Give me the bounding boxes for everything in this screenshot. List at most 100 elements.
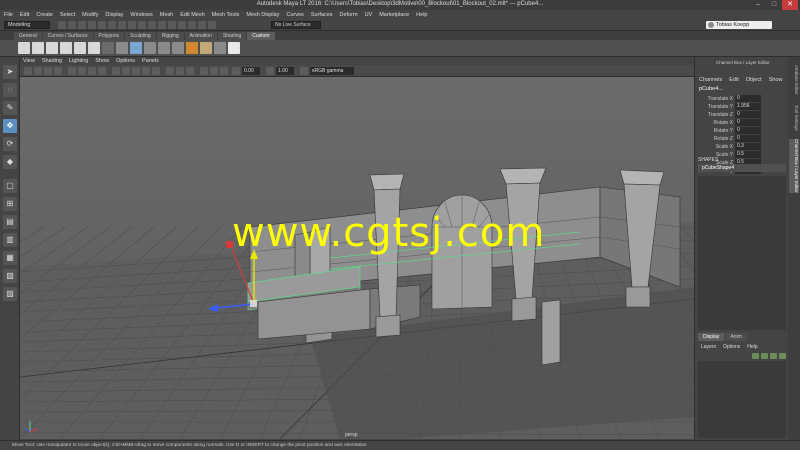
minimize-button[interactable]: – (750, 0, 766, 10)
cb-menu-edit[interactable]: Edit (729, 77, 738, 83)
image-plane-icon[interactable] (54, 67, 62, 75)
menu-create[interactable]: Create (36, 12, 53, 18)
uv-editor-icon[interactable] (186, 42, 198, 54)
shelf-tab-curves-surfaces[interactable]: Curves / Surfaces (42, 32, 93, 40)
smooth-shade-icon[interactable] (122, 67, 130, 75)
layout-c-icon[interactable]: ▦ (3, 251, 17, 265)
menu-display[interactable]: Display (105, 12, 123, 18)
menu-deform[interactable]: Deform (340, 12, 358, 18)
select-object-icon[interactable] (118, 21, 126, 29)
layer-menu-options[interactable]: Options (723, 344, 740, 350)
snap-point-icon[interactable] (158, 21, 166, 29)
vp-menu-options[interactable]: Options (116, 58, 135, 64)
layout-e-icon[interactable]: ▨ (3, 287, 17, 301)
hypershade-icon[interactable] (208, 21, 216, 29)
menu-windows[interactable]: Windows (130, 12, 152, 18)
layout-d-icon[interactable]: ▧ (3, 269, 17, 283)
attr-value-field[interactable]: 0 (735, 119, 761, 126)
vp-menu-view[interactable]: View (23, 58, 35, 64)
cb-menu-object[interactable]: Object (746, 77, 762, 83)
vp-menu-panels[interactable]: Panels (142, 58, 159, 64)
menu-select[interactable]: Select (60, 12, 75, 18)
layer-menu-layers[interactable]: Layers (701, 344, 716, 350)
lights-icon[interactable] (152, 67, 160, 75)
layer-tab-anim[interactable]: Anim (725, 333, 747, 341)
shape-node-item[interactable]: pCubeShape4 (698, 164, 786, 172)
vp-menu-shading[interactable]: Shading (42, 58, 62, 64)
menu-file[interactable]: File (4, 12, 13, 18)
menu-surfaces[interactable]: Surfaces (311, 12, 333, 18)
film-gate-icon[interactable] (78, 67, 86, 75)
side-tab-channel-box[interactable]: Channel Box / Layer Editor (789, 139, 799, 193)
undo-icon[interactable] (88, 21, 96, 29)
new-empty-layer-icon[interactable] (770, 353, 777, 359)
textured-icon[interactable] (142, 67, 150, 75)
plane-icon[interactable] (158, 42, 170, 54)
single-view-icon[interactable]: ▢ (3, 179, 17, 193)
shelf-tab-rigging[interactable]: Rigging (156, 32, 184, 40)
select-tool-icon[interactable]: ➤ (3, 65, 17, 79)
save-scene-icon[interactable] (78, 21, 86, 29)
attr-value-field[interactable]: 0.5 (735, 151, 761, 158)
close-button[interactable]: ✕ (782, 0, 798, 10)
exposure-field[interactable]: 0.00 (242, 67, 260, 75)
xray-icon[interactable] (210, 67, 218, 75)
vp-menu-show[interactable]: Show (95, 58, 109, 64)
menu-edit[interactable]: Edit (20, 12, 29, 18)
layer-tab-display[interactable]: Display (698, 333, 725, 341)
shelf-tab-shading[interactable]: Shading (217, 32, 247, 40)
open-scene-icon[interactable] (68, 21, 76, 29)
menu-help[interactable]: Help (416, 12, 427, 18)
vp-menu-lighting[interactable]: Lighting (69, 58, 88, 64)
camera-icon[interactable] (24, 67, 32, 75)
sphere-icon[interactable] (116, 42, 128, 54)
snap-grid-icon[interactable] (138, 21, 146, 29)
menu-edit-mesh[interactable]: Edit Mesh (180, 12, 204, 18)
bookmark-icon[interactable] (44, 67, 52, 75)
render-settings-icon[interactable] (198, 21, 206, 29)
attr-value-field[interactable]: 1.956 (735, 103, 761, 110)
menu-marketplace[interactable]: Marketplace (379, 12, 409, 18)
four-view-icon[interactable]: ⊞ (3, 197, 17, 211)
camera-attributes-icon[interactable] (34, 67, 42, 75)
rotate-tool-icon[interactable]: ⟳ (3, 137, 17, 151)
cube-icon[interactable] (130, 42, 142, 54)
gate-mask-icon[interactable] (98, 67, 106, 75)
side-tab-attribute-editor[interactable]: Attribute Editor (789, 65, 799, 95)
isolate-select-icon[interactable] (200, 67, 208, 75)
attr-value-field[interactable]: 0 (735, 127, 761, 134)
attr-value-field[interactable]: 0.3 (735, 143, 761, 150)
move-layer-up-icon[interactable] (752, 353, 759, 359)
view-transform-dropdown[interactable]: sRGB gamma (310, 67, 354, 75)
torus-icon[interactable] (172, 42, 184, 54)
new-layer-from-selection-icon[interactable] (779, 353, 786, 359)
wireframe-icon[interactable] (112, 67, 120, 75)
grid-icon[interactable] (68, 67, 76, 75)
resolution-gate-icon[interactable] (88, 67, 96, 75)
all-icon[interactable] (46, 42, 58, 54)
attr-value-field[interactable]: 0 (735, 135, 761, 142)
perspective-viewport[interactable]: www.cgtsj.com persp (20, 77, 694, 439)
history-icon[interactable] (60, 42, 72, 54)
shelf-tab-sculpting[interactable]: Sculpting (125, 32, 156, 40)
move-layer-down-icon[interactable] (761, 353, 768, 359)
maximize-button[interactable]: □ (766, 0, 782, 10)
gamma-field[interactable]: 1.00 (276, 67, 294, 75)
cb-menu-show[interactable]: Show (769, 77, 783, 83)
anti-aliasing-icon[interactable] (186, 67, 194, 75)
ambient-occlusion-icon[interactable] (176, 67, 184, 75)
menu-mesh-tools[interactable]: Mesh Tools (212, 12, 240, 18)
scale-icon[interactable] (74, 42, 86, 54)
hierarchy-icon[interactable] (228, 42, 240, 54)
cb-menu-channels[interactable]: Channels (699, 77, 722, 83)
shelf-tab-custom[interactable]: Custom (247, 32, 275, 40)
attr-value-field[interactable]: 0 (735, 95, 761, 102)
xray-joints-icon[interactable] (220, 67, 228, 75)
shelf-tab-polygons[interactable]: Polygons (93, 32, 125, 40)
menu-modify[interactable]: Modify (82, 12, 98, 18)
new-scene-icon[interactable] (58, 21, 66, 29)
mirror-icon[interactable] (88, 42, 100, 54)
snap-plane-icon[interactable] (168, 21, 176, 29)
live-surface-field[interactable]: No Live Surface (271, 21, 321, 29)
ipr-render-icon[interactable] (188, 21, 196, 29)
